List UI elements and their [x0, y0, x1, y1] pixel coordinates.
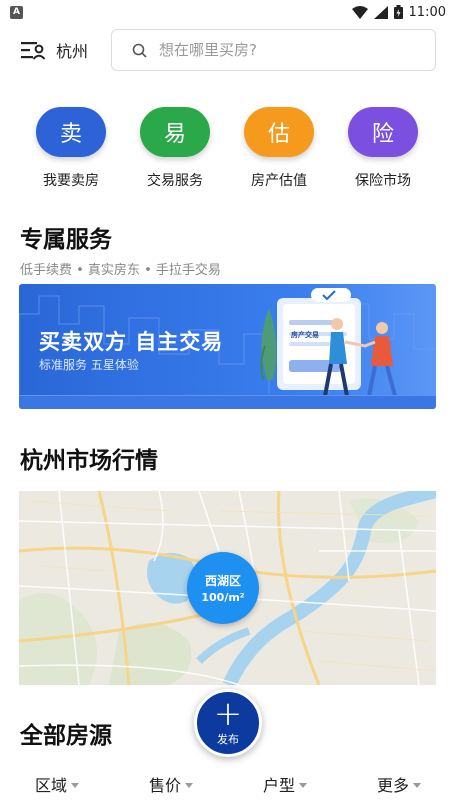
quick-item-valuation[interactable]: 估 房产估值: [234, 107, 324, 190]
publish-button[interactable]: + 发布: [194, 689, 262, 757]
search-icon: [132, 43, 147, 58]
filter-more[interactable]: 更多: [342, 766, 456, 802]
city-label: 杭州: [56, 42, 89, 61]
filter-label: 售价: [148, 776, 181, 795]
status-indicators: 11:00: [351, 4, 446, 20]
valuation-icon: 估: [244, 107, 314, 157]
battery-icon: [393, 5, 403, 19]
trade-icon: 易: [140, 107, 210, 157]
banner-strip: [19, 395, 436, 409]
exclusive-section-subtitle: 低手续费 • 真实房东 • 手拉手交易: [20, 263, 221, 278]
wifi-icon: [351, 5, 368, 19]
banner-card-text: 房产交易: [291, 331, 319, 339]
caret-down-icon: [185, 782, 193, 788]
banner-subtitle: 标准服务 五星体验: [39, 358, 139, 372]
district-price: 100/m²: [201, 591, 245, 604]
signal-icon: [373, 5, 388, 19]
sell-icon: 卖: [36, 107, 106, 157]
exclusive-banner[interactable]: 房产交易 买卖双方 自主交易 标准服务 五星体验: [19, 284, 436, 409]
header: 杭州: [0, 28, 456, 72]
search-input[interactable]: [159, 41, 399, 59]
caret-down-icon: [413, 782, 421, 788]
filter-price[interactable]: 售价: [114, 766, 228, 802]
quick-item-label: 交易服务: [147, 173, 203, 189]
filter-label: 更多: [376, 776, 409, 795]
quick-services: 卖 我要卖房 易 交易服务 估 房产估值 险 保险市场: [0, 107, 456, 193]
quick-item-label: 保险市场: [355, 173, 411, 189]
banner-title: 买卖双方 自主交易: [39, 330, 224, 354]
quick-item-sell[interactable]: 卖 我要卖房: [26, 107, 116, 190]
publish-label: 发布: [217, 733, 239, 746]
district-name: 西湖区: [204, 574, 241, 588]
filter-label: 区域: [34, 776, 67, 795]
listing-filters: 区域 售价 户型 更多: [0, 766, 456, 802]
app-notification-icon: A: [10, 5, 23, 19]
city-menu-icon: [21, 42, 46, 60]
filter-region[interactable]: 区域: [0, 766, 114, 802]
quick-item-label: 我要卖房: [43, 173, 99, 189]
quick-item-insurance[interactable]: 险 保险市场: [338, 107, 428, 190]
exclusive-section-title: 专属服务: [20, 227, 112, 253]
quick-item-label: 房产估值: [251, 173, 307, 189]
filter-label: 户型: [262, 776, 295, 795]
filter-layout[interactable]: 户型: [228, 766, 342, 802]
insurance-icon: 险: [348, 107, 418, 157]
city-selector[interactable]: 杭州: [20, 36, 88, 64]
listings-section-title: 全部房源: [20, 723, 112, 749]
market-map[interactable]: 西湖区 100/m²: [19, 491, 436, 685]
search-box[interactable]: [111, 29, 436, 71]
caret-down-icon: [71, 782, 79, 788]
status-bar: A 11:00: [0, 0, 456, 24]
district-marker[interactable]: 西湖区 100/m²: [187, 552, 259, 624]
plus-icon: +: [213, 694, 243, 734]
status-time: 11:00: [408, 4, 446, 20]
caret-down-icon: [299, 782, 307, 788]
quick-item-trade[interactable]: 易 交易服务: [130, 107, 220, 190]
market-section-title: 杭州市场行情: [20, 448, 158, 474]
